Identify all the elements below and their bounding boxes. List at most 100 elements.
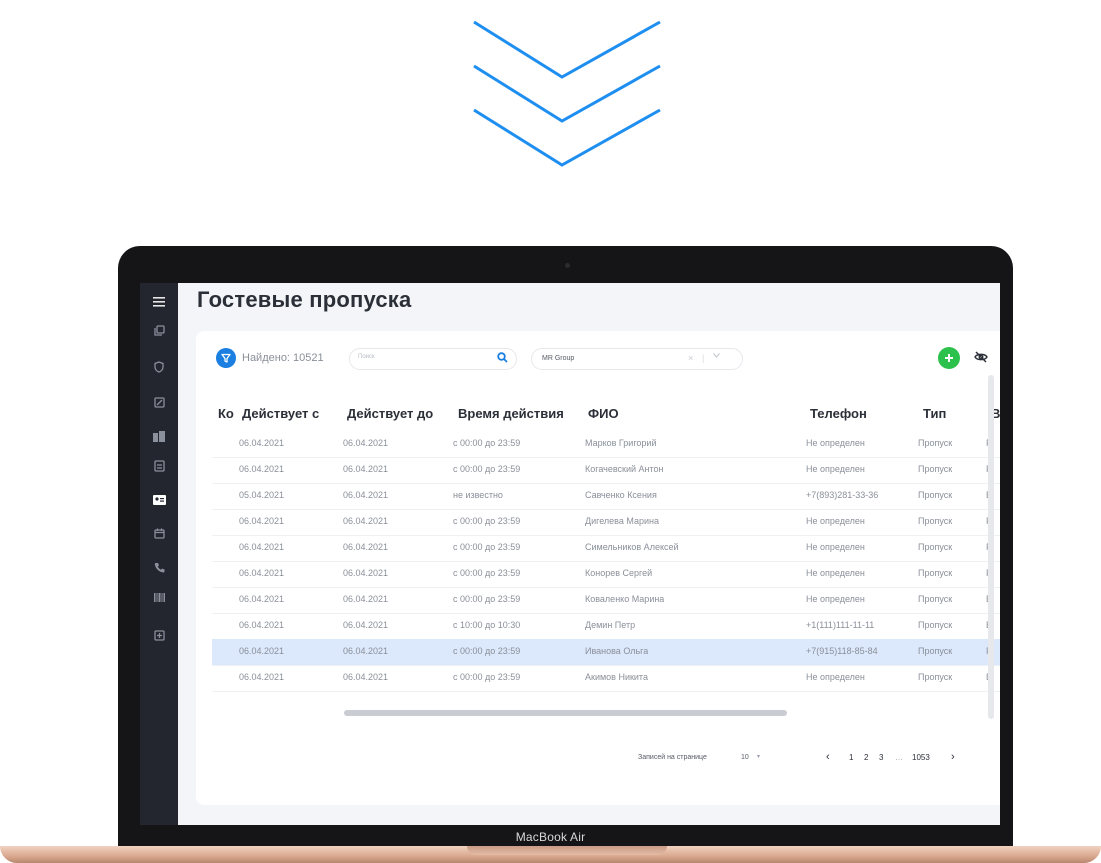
table-header: Ко Действует с Действует до Время действия Ф… — [196, 397, 1000, 431]
table-cell: Не определен — [806, 568, 865, 578]
clear-icon[interactable]: × — [688, 353, 693, 363]
table-cell: Пропуск — [918, 438, 953, 448]
laptop-notch — [467, 846, 667, 855]
table-cell: Акимов Никита — [585, 672, 648, 682]
table-row[interactable]: 06.04.2021 06.04.2021 с 10:00 до 10:30 Деми… — [212, 613, 1000, 640]
table-cell: Пропуск — [918, 542, 953, 552]
search-icon[interactable] — [497, 352, 508, 366]
device-label-wrap: MacBook Air — [0, 830, 1101, 844]
vertical-scrollbar[interactable] — [988, 375, 994, 719]
table-cell: 06.04.2021 — [239, 568, 285, 578]
camera — [565, 263, 570, 268]
next-page-button[interactable]: › — [951, 751, 955, 763]
table-row[interactable]: 06.04.2021 06.04.2021 с 00:00 до 23:59 Иван… — [212, 639, 1000, 666]
page-3-button[interactable]: 3 — [879, 753, 883, 762]
calendar-icon[interactable] — [149, 524, 169, 542]
found-count: Найдено: 10521 — [242, 352, 324, 364]
phone-icon[interactable] — [149, 558, 169, 576]
table-cell: Демин Петр — [585, 620, 636, 630]
chevron-down-icon[interactable] — [713, 353, 720, 360]
table-cell: с 00:00 до 23:59 — [453, 464, 521, 474]
table-row[interactable]: 06.04.2021 06.04.2021 с 00:00 до 23:59 Марк… — [212, 431, 1000, 458]
table-cell: Симельников Алексей — [585, 542, 679, 552]
table-cell: 06.04.2021 — [239, 594, 285, 604]
prev-page-button[interactable]: ‹ — [826, 751, 830, 763]
table-cell: Марков Григорий — [585, 438, 657, 448]
filter-button[interactable] — [216, 348, 236, 368]
page-2-button[interactable]: 2 — [864, 753, 868, 762]
table-cell: 05.04.2021 — [239, 490, 285, 500]
horizontal-scrollbar[interactable] — [344, 710, 787, 716]
hide-columns-icon[interactable] — [974, 351, 988, 365]
last-page-button[interactable]: 1053 — [912, 753, 930, 762]
table-cell: 06.04.2021 — [239, 620, 285, 630]
guest-pass-icon[interactable] — [149, 491, 169, 509]
table-cell: 06.04.2021 — [343, 568, 389, 578]
per-page-select[interactable]: 10 — [741, 754, 749, 761]
table-row[interactable]: 06.04.2021 06.04.2021 с 00:00 до 23:59 Диге… — [212, 509, 1000, 536]
table-row[interactable]: 06.04.2021 06.04.2021 с 00:00 до 23:59 Кога… — [212, 457, 1000, 484]
table-cell: 06.04.2021 — [239, 672, 285, 682]
table-row[interactable]: 06.04.2021 06.04.2021 с 00:00 до 23:59 Кова… — [212, 587, 1000, 614]
column-header[interactable]: Тип — [923, 406, 946, 421]
menu-icon[interactable] — [149, 293, 169, 311]
table-row[interactable]: 06.04.2021 06.04.2021 с 00:00 до 23:59 Симе… — [212, 535, 1000, 562]
table-cell: 06.04.2021 — [343, 490, 389, 500]
barcode-icon[interactable] — [149, 588, 169, 606]
table-cell: 06.04.2021 — [343, 464, 389, 474]
table-row[interactable]: 06.04.2021 06.04.2021 с 00:00 до 23:59 Коно… — [212, 561, 1000, 588]
shield-icon[interactable] — [149, 358, 169, 376]
table-cell: Не определен — [806, 464, 865, 474]
table-cell: с 10:00 до 10:30 — [453, 620, 521, 630]
table-cell: 06.04.2021 — [343, 516, 389, 526]
table-cell: с 00:00 до 23:59 — [453, 672, 521, 682]
sidebar — [140, 283, 178, 825]
badge-icon[interactable] — [149, 457, 169, 475]
column-header[interactable]: Телефон — [810, 406, 867, 421]
edit-icon[interactable] — [149, 393, 169, 411]
copy-icon[interactable] — [149, 321, 169, 339]
building-icon[interactable] — [149, 427, 169, 445]
table-cell: с 00:00 до 23:59 — [453, 438, 521, 448]
device-label: MacBook Air — [515, 830, 586, 844]
table-cell: +7(915)118-85-84 — [806, 646, 878, 656]
table-cell: Не определен — [806, 594, 865, 604]
table-cell: с 00:00 до 23:59 — [453, 568, 521, 578]
table-cell: Дигелева Марина — [585, 516, 659, 526]
table-row[interactable]: 05.04.2021 06.04.2021 не известно Савченко … — [212, 483, 1000, 510]
plus-icon — [945, 354, 953, 362]
column-header[interactable]: Время действия — [458, 406, 564, 421]
card-icon[interactable] — [149, 626, 169, 644]
table-cell: Не определен — [806, 516, 865, 526]
select-separator: | — [702, 353, 705, 363]
table-cell: Иванова Ольга — [585, 646, 649, 656]
per-page-chevron-icon[interactable]: ▾ — [757, 753, 760, 760]
chevrons-down-icon — [473, 20, 661, 167]
column-header[interactable]: Действует до — [347, 406, 433, 421]
column-header[interactable]: ФИО — [588, 406, 619, 421]
add-pass-button[interactable] — [938, 347, 960, 369]
table-cell: 06.04.2021 — [343, 542, 389, 552]
table-cell: +1(111)111-11-11 — [806, 620, 875, 630]
column-header[interactable]: Действует с — [242, 406, 319, 421]
page-1-button[interactable]: 1 — [849, 753, 853, 762]
pagination: Записей на странице 10 ▾ ‹ 1 2 3 … 1053 … — [196, 751, 1000, 771]
table-cell: 06.04.2021 — [239, 646, 285, 656]
pagination-ellipsis: … — [895, 753, 903, 762]
screen: Гостевые пропуска Найдено: 10521 Поиск M… — [140, 283, 1000, 825]
table-cell: 06.04.2021 — [239, 464, 285, 474]
table-cell: Коваленко Марина — [585, 594, 665, 604]
company-select[interactable]: MR Group × | — [531, 348, 743, 370]
table-cell: Когачевский Антон — [585, 464, 664, 474]
table-cell: 06.04.2021 — [239, 438, 285, 448]
table-cell: Савченко Ксения — [585, 490, 657, 500]
table-cell: Пропуск — [918, 620, 953, 630]
search-input[interactable]: Поиск — [349, 348, 517, 370]
column-header[interactable]: Ко — [218, 406, 234, 421]
table-cell: Пропуск — [918, 464, 953, 474]
search-placeholder: Поиск — [358, 354, 375, 360]
table-cell: Пропуск — [918, 490, 953, 500]
table-row[interactable]: 06.04.2021 06.04.2021 с 00:00 до 23:59 Аким… — [212, 665, 1000, 692]
table-cell: Пропуск — [918, 516, 953, 526]
table-cell: 06.04.2021 — [343, 594, 389, 604]
